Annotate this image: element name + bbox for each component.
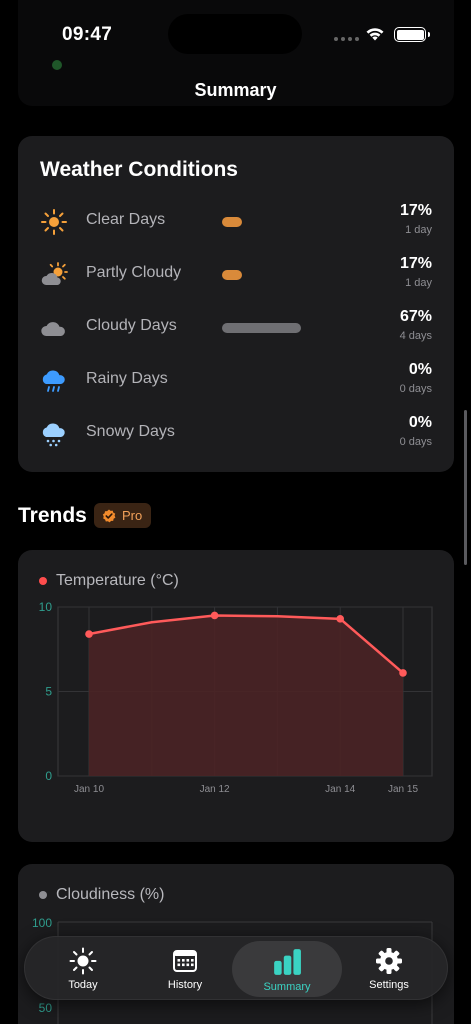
condition-percent: 67%: [399, 308, 432, 325]
condition-bar: [222, 323, 302, 333]
pro-badge-label: Pro: [122, 508, 143, 523]
calendar-icon: [173, 950, 197, 972]
gear-icon: [376, 948, 402, 974]
condition-label: Clear Days: [86, 211, 166, 228]
condition-label: Partly Cloudy: [86, 264, 182, 281]
temperature-chart: 0 5 10 Jan 10 Jan 12 Jan 14 Jan 15: [39, 600, 433, 795]
tab-label: Settings: [369, 979, 409, 991]
cloudiness-y-tick-label: 100: [32, 916, 52, 930]
cloudiness-y-tick-label: 50: [39, 1001, 53, 1015]
condition-label: Rainy Days: [86, 370, 168, 387]
verified-badge-icon: [102, 509, 116, 522]
tab-settings[interactable]: Settings: [337, 937, 441, 1001]
sun-icon: [41, 209, 67, 235]
condition-bar: [222, 217, 243, 227]
condition-days: 1 day: [405, 224, 432, 236]
status-time: 09:47: [62, 24, 113, 45]
condition-days: 1 day: [405, 277, 432, 289]
condition-row-snowy: Snowy Days 0% 0 days: [18, 414, 454, 454]
scroll-indicator[interactable]: [464, 410, 467, 565]
tab-label: Summary: [263, 981, 311, 993]
battery-icon: [394, 27, 430, 42]
tab-bar: Today History Summary Settings: [24, 936, 448, 1000]
condition-percent: 0%: [408, 414, 432, 431]
sun-icon: [69, 947, 97, 975]
condition-row-rainy: Rainy Days 0% 0 days: [18, 361, 454, 401]
rain-icon: [42, 370, 65, 392]
temperature-point: [210, 611, 219, 620]
condition-label: Cloudy Days: [86, 317, 177, 334]
cellular-signal-icon: [334, 37, 359, 41]
snow-icon: [42, 423, 65, 447]
partly-cloudy-icon: [41, 262, 68, 285]
x-tick-label: Jan 14: [325, 784, 355, 795]
page-title: Summary: [194, 80, 277, 100]
weather-conditions-card: Weather Conditions Clear Days 17% 1 day: [18, 136, 454, 472]
condition-row-cloudy: Cloudy Days 67% 4 days: [18, 308, 454, 348]
weather-conditions-title: Weather Conditions: [40, 158, 238, 181]
tab-history[interactable]: History: [133, 937, 237, 1001]
status-bar: 09:47: [0, 0, 471, 70]
condition-row-partly-cloudy: Partly Cloudy 17% 1 day: [18, 255, 454, 295]
bar-chart-icon: [274, 949, 301, 975]
temperature-point: [336, 615, 345, 623]
tab-summary[interactable]: Summary: [232, 941, 342, 997]
temperature-point: [85, 630, 93, 638]
temperature-point: [399, 669, 407, 677]
condition-label: Snowy Days: [86, 423, 175, 440]
cloud-icon: [41, 322, 65, 336]
x-tick-label: Jan 10: [74, 784, 104, 795]
tab-today[interactable]: Today: [31, 937, 135, 1001]
x-tick-label: Jan 12: [200, 784, 230, 795]
trends-title: Trends: [18, 504, 87, 527]
temperature-area: [89, 615, 403, 776]
y-tick-label: 10: [39, 600, 53, 614]
condition-bar: [222, 270, 243, 280]
condition-percent: 17%: [399, 255, 432, 272]
condition-days: 0 days: [399, 383, 432, 395]
condition-days: 4 days: [399, 330, 432, 342]
y-tick-label: 0: [45, 769, 52, 783]
condition-row-clear: Clear Days 17% 1 day: [18, 202, 454, 242]
temperature-chart-card: Temperature (°C) 0 5 10 Jan 10 Jan 12 Jan 14 J…: [18, 550, 454, 842]
condition-percent: 17%: [399, 202, 432, 219]
y-tick-label: 5: [45, 685, 52, 699]
wifi-icon: [366, 28, 384, 41]
condition-percent: 0%: [408, 361, 432, 378]
pro-badge[interactable]: Pro: [94, 503, 152, 528]
x-tick-label: Jan 15: [388, 784, 418, 795]
tab-label: History: [167, 979, 203, 991]
condition-days: 0 days: [399, 436, 432, 448]
dynamic-island: [168, 14, 302, 54]
tab-label: Today: [68, 979, 98, 991]
